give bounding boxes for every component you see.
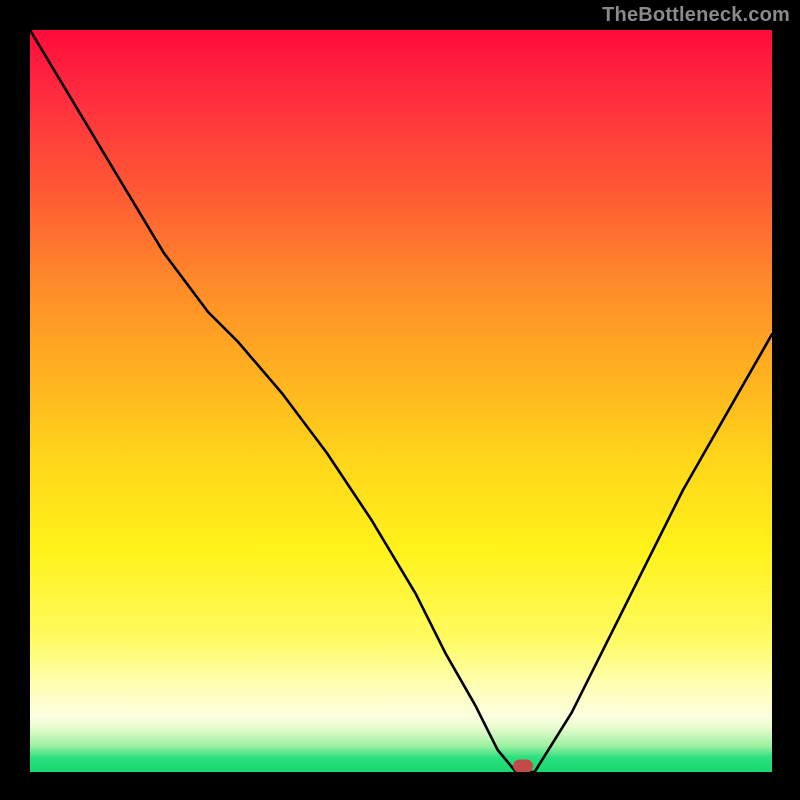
bottleneck-curve: [30, 30, 772, 772]
watermark-text: TheBottleneck.com: [602, 4, 790, 27]
chart-frame: TheBottleneck.com: [0, 0, 800, 800]
plot-area: [30, 30, 772, 772]
optimal-point-marker: [513, 760, 533, 772]
